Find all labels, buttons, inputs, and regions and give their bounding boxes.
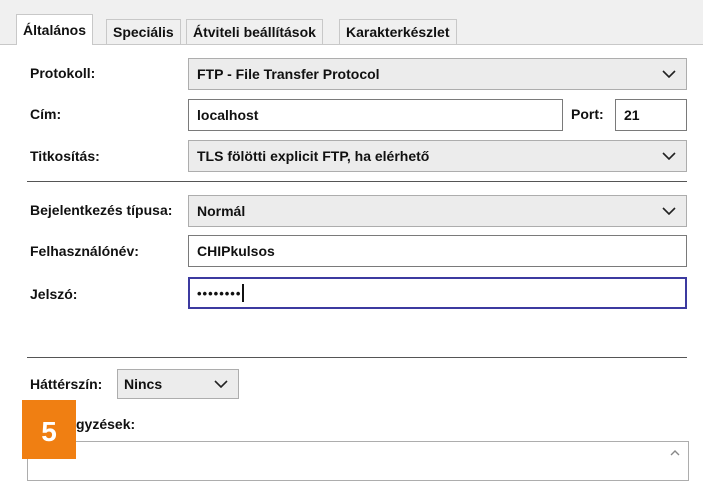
step-number-badge: 5 [22, 400, 76, 459]
chevron-down-icon [214, 380, 228, 388]
port-input[interactable]: 21 [615, 99, 687, 131]
protocol-select[interactable]: FTP - File Transfer Protocol [188, 58, 687, 90]
encryption-label: Titkosítás: [30, 148, 100, 164]
logon-type-value: Normál [197, 203, 246, 219]
encryption-value: TLS fölötti explicit FTP, ha elérhető [197, 148, 430, 164]
protocol-label: Protokoll: [30, 65, 96, 81]
chevron-down-icon [662, 152, 676, 160]
username-input[interactable]: CHIPkulsos [188, 235, 687, 267]
comments-textarea[interactable] [27, 441, 689, 481]
bgcolor-select[interactable]: Nincs [117, 369, 239, 399]
username-label: Felhasználónév: [30, 243, 139, 259]
tab-charset[interactable]: Karakterkészlet [339, 19, 457, 44]
protocol-value: FTP - File Transfer Protocol [197, 66, 380, 82]
tab-advanced[interactable]: Speciális [106, 19, 181, 44]
logon-type-label: Bejelentkezés típusa: [30, 202, 173, 218]
chevron-down-icon [662, 207, 676, 215]
chevron-down-icon [662, 70, 676, 78]
bgcolor-label: Háttérszín: [30, 376, 103, 392]
scroll-up-icon[interactable] [670, 450, 680, 456]
encryption-select[interactable]: TLS fölötti explicit FTP, ha elérhető [188, 140, 687, 172]
tab-transfer-settings[interactable]: Átviteli beállítások [186, 19, 323, 44]
separator-line [27, 357, 687, 358]
host-input[interactable]: localhost [188, 99, 563, 131]
text-caret [242, 283, 244, 302]
logon-type-select[interactable]: Normál [188, 195, 687, 227]
password-value: •••••••• [197, 286, 242, 301]
password-input[interactable]: •••••••• [188, 277, 687, 309]
separator-line [27, 181, 687, 182]
port-label: Port: [571, 106, 604, 122]
bgcolor-value: Nincs [124, 376, 163, 392]
host-label: Cím: [30, 106, 62, 122]
tab-bar: Általános Speciális Átviteli beállítások… [0, 0, 703, 45]
password-label: Jelszó: [30, 286, 78, 302]
comments-label: gyzések: [76, 416, 136, 432]
tab-general[interactable]: Általános [16, 14, 94, 45]
